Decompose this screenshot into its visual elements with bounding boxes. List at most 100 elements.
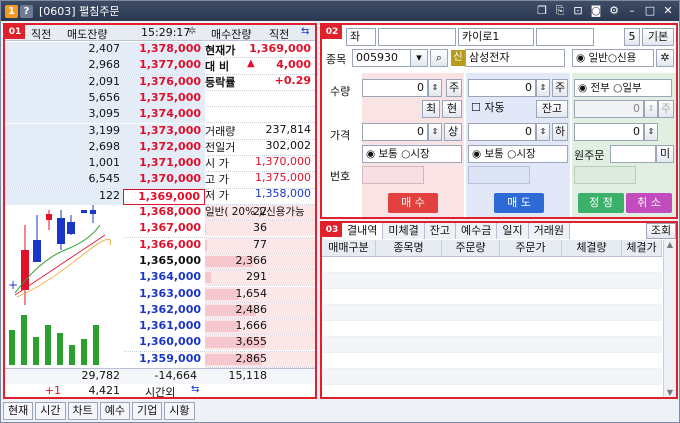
buy-price-input[interactable]: 0 <box>468 123 536 141</box>
bid-price[interactable]: 1,360,000 <box>123 335 205 352</box>
sell-number-field[interactable] <box>362 166 424 184</box>
modify-price-stepper[interactable]: ⇕ <box>644 123 658 141</box>
bid-price[interactable]: 1,368,000 <box>123 205 205 221</box>
balance-button[interactable]: 잔고 <box>536 100 568 118</box>
swap-icon[interactable]: ⇆ <box>301 26 309 37</box>
account-name-field[interactable]: 카이로1 <box>458 28 534 46</box>
ask-price[interactable]: 1,369,000 <box>123 188 205 205</box>
count-spinner[interactable]: 5 <box>624 28 640 46</box>
basic-button[interactable]: 기본 <box>642 28 674 46</box>
auto-checkbox[interactable]: ☐ 자동 <box>468 100 534 118</box>
table-row[interactable] <box>322 257 662 273</box>
query-button[interactable]: 조회 <box>646 223 676 239</box>
column-header[interactable]: 주문가 <box>500 240 562 256</box>
search-icon[interactable]: ⌕ <box>430 49 448 67</box>
modify-number-field[interactable] <box>574 166 636 184</box>
bid-price[interactable]: 1,361,000 <box>123 319 205 336</box>
ask-price[interactable]: 1,370,000 <box>123 172 205 189</box>
table-row[interactable] <box>322 321 662 337</box>
table-row[interactable] <box>322 385 662 397</box>
buy-qty-stepper[interactable]: ⇕ <box>536 79 550 97</box>
column-header[interactable]: 매매구분 <box>322 240 376 256</box>
ask-row[interactable]: 3,095 1,374,000 <box>5 107 315 124</box>
modify-main-button[interactable]: 주 <box>658 100 674 118</box>
bid-price[interactable]: 1,362,000 <box>123 302 205 319</box>
password-field[interactable] <box>536 28 594 46</box>
maximize-icon[interactable]: □ <box>643 4 657 18</box>
column-header[interactable]: 종목명 <box>376 240 442 256</box>
window-number[interactable]: 1 <box>5 4 18 18</box>
bid-price[interactable]: 1,363,000 <box>123 286 205 303</box>
sell-button[interactable]: 매 수 <box>388 193 438 213</box>
upper-limit-button[interactable]: 상 <box>444 123 462 141</box>
ask-price[interactable]: 1,371,000 <box>123 156 205 173</box>
bid-price[interactable]: 1,365,000 <box>123 253 205 270</box>
stock-dropdown[interactable]: ▾ <box>410 49 428 67</box>
sell-price-stepper[interactable]: ⇕ <box>428 123 442 141</box>
close-icon[interactable]: ✕ <box>661 4 675 18</box>
gear-icon[interactable]: ✲ <box>656 49 674 67</box>
settings-icon[interactable]: ⚙ <box>607 4 621 18</box>
scroll-down-icon[interactable]: ▼ <box>664 388 676 397</box>
execution-tab[interactable]: 일지 <box>497 223 529 239</box>
sell-main-button[interactable]: 주 <box>446 79 462 97</box>
buy-main-button[interactable]: 주 <box>552 79 568 97</box>
sell-qty-input[interactable]: 0 <box>362 79 428 97</box>
sell-price-input[interactable]: 0 <box>362 123 428 141</box>
minimize-icon[interactable]: – <box>625 4 639 18</box>
bottom-tab[interactable]: 예수 <box>99 402 130 420</box>
sell-price-type-radio[interactable]: ◉ 보통 ○시장 <box>362 145 462 163</box>
ask-price[interactable]: 1,373,000 <box>123 123 205 140</box>
mi-button[interactable]: 미 <box>656 145 674 163</box>
max-button[interactable]: 최 <box>422 100 440 118</box>
ask-price[interactable]: 1,377,000 <box>123 58 205 75</box>
link-icon[interactable]: ⊡ <box>571 4 585 18</box>
buy-price-type-radio[interactable]: ◉ 보통 ○시장 <box>468 145 568 163</box>
execution-tab[interactable]: 미체결 <box>383 223 425 239</box>
account-prefix-field[interactable]: 좌 <box>346 28 376 46</box>
ask-row[interactable]: 5,656 1,375,000 <box>5 90 315 108</box>
bid-price[interactable]: 1,364,000 <box>123 270 205 287</box>
bottom-tab[interactable]: 시간 <box>35 402 66 420</box>
help-icon[interactable]: ? <box>20 4 33 18</box>
buy-button[interactable]: 매 도 <box>494 193 544 213</box>
buy-qty-input[interactable]: 0 <box>468 79 536 97</box>
ask-price[interactable]: 1,378,000 <box>123 42 205 58</box>
column-header[interactable]: 체결가 <box>622 240 662 256</box>
bid-price[interactable]: 1,366,000 <box>123 237 205 254</box>
table-row[interactable] <box>322 369 662 385</box>
modify-qty-input[interactable]: 0 <box>574 100 644 118</box>
bottom-tab[interactable]: 현재 <box>3 402 34 420</box>
lower-limit-button[interactable]: 하 <box>552 123 568 141</box>
sell-qty-stepper[interactable]: ⇕ <box>428 79 442 97</box>
modify-price-input[interactable]: 0 <box>574 123 644 141</box>
credit-type-radio[interactable]: ◉ 일반○신용 <box>572 49 654 67</box>
gear-icon[interactable]: ✲ <box>188 26 196 37</box>
table-scrollbar[interactable]: ▲ ▼ <box>663 240 676 397</box>
table-row[interactable] <box>322 273 662 289</box>
column-header[interactable]: 체결량 <box>562 240 622 256</box>
ask-price[interactable]: 1,372,000 <box>123 139 205 156</box>
bottom-tab[interactable]: 기업 <box>132 402 163 420</box>
modify-scope-radio[interactable]: ◉ 전부 ○일부 <box>574 79 672 97</box>
execution-tab[interactable]: 잔고 <box>424 223 456 239</box>
window-icon[interactable]: ❐ <box>535 4 549 18</box>
table-row[interactable] <box>322 337 662 353</box>
bottom-tab[interactable]: 시황 <box>164 402 195 420</box>
cancel-button[interactable]: 취 소 <box>626 193 672 213</box>
table-row[interactable] <box>322 305 662 321</box>
account-number-field[interactable] <box>378 28 456 46</box>
stock-code-input[interactable]: 005930 <box>352 49 412 67</box>
ask-price[interactable]: 1,375,000 <box>123 90 205 107</box>
current-button[interactable]: 현 <box>442 100 462 118</box>
table-row[interactable] <box>322 353 662 369</box>
execution-tab[interactable]: 결내역 <box>342 223 384 239</box>
ask-price[interactable]: 1,376,000 <box>123 74 205 91</box>
column-header[interactable]: 주문량 <box>442 240 500 256</box>
camera-icon[interactable]: ◙ <box>589 4 603 18</box>
bid-price[interactable]: 1,359,000 <box>123 351 205 368</box>
modify-button[interactable]: 정 정 <box>578 193 624 213</box>
original-order-input[interactable] <box>610 145 656 163</box>
scroll-up-icon[interactable]: ▲ <box>664 240 676 249</box>
copy-icon[interactable]: ⎘ <box>553 4 567 18</box>
